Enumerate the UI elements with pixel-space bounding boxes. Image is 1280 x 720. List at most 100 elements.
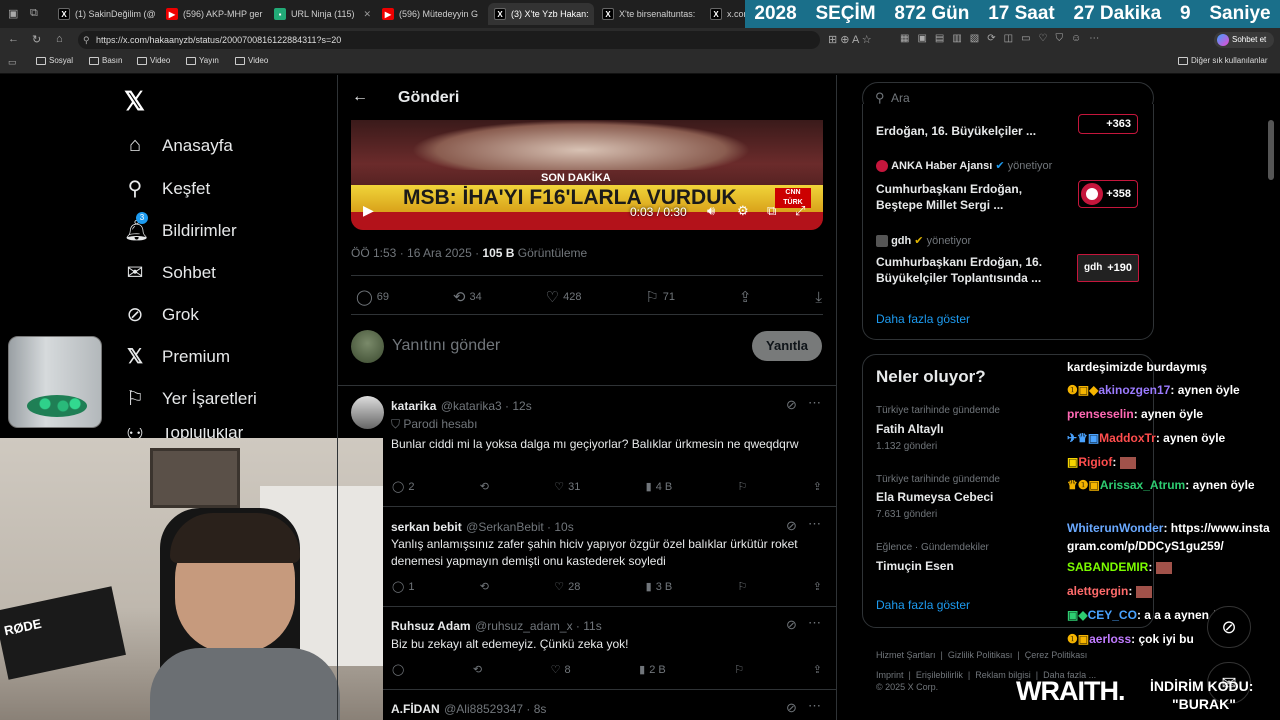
site-info-icon[interactable]: ⚲ (83, 31, 90, 49)
like-button[interactable]: ♡ 428 (546, 288, 582, 306)
tab-close-icon[interactable]: ✕ (364, 9, 372, 20)
repost-button[interactable]: ⟲ 34 (453, 288, 482, 306)
nav-grok[interactable]: ⊘ Grok (124, 302, 199, 327)
browser-profile-icon[interactable]: ▣ (8, 7, 18, 20)
download-button[interactable]: ⤓ (815, 289, 822, 306)
browser-tab[interactable]: X(1) SakinDeğilim (@✕ (52, 3, 156, 25)
nav-bookmarks[interactable]: ⚐ Yer İşaretleri (124, 386, 257, 411)
avatar[interactable] (351, 396, 384, 429)
fullscreen-icon[interactable]: ⤢ (795, 203, 805, 219)
trend-title[interactable]: Ela Rumeysa Cebeci (876, 490, 993, 504)
share-button[interactable]: ⇪ (813, 480, 822, 493)
like-button[interactable]: ♡ 31 (554, 480, 580, 494)
nav-messages[interactable]: ✉ Sohbet (124, 260, 216, 285)
reply-handle[interactable]: @katarika3 · 12s (441, 399, 532, 413)
repost-button[interactable]: ⟲ (480, 480, 489, 493)
post-timestamp[interactable]: ÖÖ 1:53 · 16 Ara 2025 · (351, 246, 482, 260)
reply-button[interactable]: ◯ 1 (392, 580, 414, 594)
bookmark-folder[interactable]: Basın (89, 56, 122, 65)
news-thumb-count[interactable]: +358 (1078, 180, 1138, 208)
views-button[interactable]: ▮ 4 B (646, 480, 673, 494)
page-toolbar-icons[interactable]: ⊞ ⊕ A ☆ (828, 33, 872, 46)
pip-icon[interactable]: ⧉ (767, 203, 776, 219)
volume-icon[interactable]: 🔊︎ (707, 203, 715, 219)
views-button[interactable]: ▮ 3 B (646, 580, 673, 594)
browser-tab[interactable]: ▪ URL Ninja (115) ✕ (268, 3, 372, 25)
news-thumb-count[interactable]: gdh +190 (1077, 254, 1139, 282)
video-player[interactable]: SON DAKİKA MSB: İHA'YI F16'LARLA VURDUK … (351, 120, 823, 230)
browser-tab-active[interactable]: X(3) X'te Yzb Hakan:✕ (488, 3, 594, 25)
home-icon[interactable]: ⌂ (56, 33, 63, 45)
more-options-icon[interactable]: ⋯ (808, 698, 821, 714)
other-bookmarks[interactable]: Diğer sık kullanılanlar (1178, 56, 1267, 65)
x-logo-icon[interactable]: 𝕏 (124, 86, 145, 117)
bookmark-folder[interactable]: Video (137, 56, 170, 65)
reply-submit-button[interactable]: Yanıtla (752, 331, 822, 361)
back-arrow-icon[interactable]: ← (352, 88, 368, 106)
news-title[interactable]: Cumhurbaşkanı Erdoğan, Beştepe Millet Se… (876, 181, 1056, 213)
reply-handle[interactable]: @SerkanBebit · 10s (466, 520, 574, 534)
bookmark-button[interactable]: ⚐ (734, 663, 744, 676)
copilot-chat-button[interactable]: Sohbet et (1214, 32, 1274, 48)
news-title[interactable]: Erdoğan, 16. Büyükelçiler ... (876, 124, 1056, 138)
avatar[interactable] (351, 330, 384, 363)
browser-tab[interactable]: ▶(596) AKP-MHP ger✕ (160, 3, 264, 25)
footer-link[interactable]: Çerez Politikası (1025, 650, 1088, 660)
grok-explain-icon[interactable]: ⊘ (786, 617, 797, 633)
footer-link[interactable]: Hizmet Şartları (876, 650, 936, 660)
grok-explain-icon[interactable]: ⊘ (786, 397, 797, 413)
views-button[interactable]: ▮ 2 B (639, 663, 666, 677)
nav-explore[interactable]: ⚲ Keşfet (124, 176, 211, 201)
browser-tab[interactable]: XX'te birsenaltuntas:✕ (596, 3, 702, 25)
repost-button[interactable]: ⟲ (473, 663, 482, 676)
grok-floating-button[interactable]: ⊘ (1207, 606, 1251, 648)
news-title[interactable]: Cumhurbaşkanı Erdoğan, 16. Büyükelçiler … (876, 254, 1066, 286)
bookmark-folder[interactable]: Video (235, 56, 268, 65)
more-options-icon[interactable]: ⋯ (808, 395, 821, 411)
repost-button[interactable]: ⟲ (480, 580, 489, 593)
extension-icons[interactable]: ▦▣▤▥▧⟳◫▭♡⛉☺⋯ (900, 33, 1107, 44)
nav-communities[interactable]: ⚇ Topluluklar (124, 428, 243, 438)
share-button[interactable]: ⇪ (813, 580, 822, 593)
bookmark-folder[interactable]: Sosyal (36, 56, 73, 65)
reply-name[interactable]: serkan bebit (391, 520, 462, 534)
like-button[interactable]: ♡ 28 (554, 580, 580, 594)
browser-tab[interactable]: ▶(596) Mütedeyyin G✕ (376, 3, 484, 25)
url-bar[interactable]: ⚲ https://x.com/hakaanyzb/status/20007008… (78, 31, 820, 49)
news-source-name[interactable]: gdh (891, 235, 911, 247)
bookmark-button[interactable]: ⚐ (738, 580, 748, 593)
nav-home[interactable]: ⌂ Anasayfa (124, 134, 233, 157)
news-source-name[interactable]: ANKA Haber Ajansı (891, 160, 992, 172)
news-thumb-count[interactable]: +363 (1078, 114, 1138, 134)
tab-actions-icon[interactable]: ⧉ (30, 7, 38, 20)
grok-explain-icon[interactable]: ⊘ (786, 700, 797, 716)
nav-notifications[interactable]: 🔔︎ 3 Bildirimler (124, 212, 237, 243)
bookmark-button[interactable]: ⚐ 71 (645, 288, 675, 306)
reply-name[interactable]: Ruhsuz Adam (391, 619, 471, 633)
more-options-icon[interactable]: ⋯ (808, 516, 821, 532)
reply-handle[interactable]: @Ali88529347 · 8s (444, 702, 546, 716)
sidebar-toggle-icon[interactable]: ▭ (8, 57, 17, 68)
footer-link[interactable]: Erişilebilirlik (916, 670, 963, 680)
bookmark-folder[interactable]: Yayın (186, 56, 219, 65)
footer-link[interactable]: Imprint (876, 670, 904, 680)
trend-title[interactable]: Timuçin Esen (876, 559, 954, 573)
share-button[interactable]: ⇪ (813, 663, 822, 676)
settings-gear-icon[interactable]: ⚙ (737, 203, 749, 219)
show-more-trends[interactable]: Daha fazla göster (876, 598, 970, 612)
nav-premium[interactable]: 𝕏 Premium (124, 344, 230, 369)
show-more-news[interactable]: Daha fazla göster (876, 312, 970, 326)
scrollbar-thumb[interactable] (1268, 120, 1274, 180)
reply-button[interactable]: ◯ (392, 663, 404, 676)
reply-button[interactable]: ◯ 69 (356, 288, 389, 306)
reply-name[interactable]: A.FİDAN (391, 702, 440, 716)
reply-input[interactable]: Yanıtını gönder (392, 337, 500, 355)
refresh-icon[interactable]: ↻ (32, 33, 41, 46)
more-options-icon[interactable]: ⋯ (808, 615, 821, 631)
share-button[interactable]: ⇪ (739, 288, 752, 306)
back-icon[interactable]: ← (8, 33, 19, 45)
reply-name[interactable]: katarika (391, 399, 436, 413)
reply-handle[interactable]: @ruhsuz_adam_x · 11s (475, 619, 602, 633)
like-button[interactable]: ♡ 8 (551, 663, 571, 677)
reply-button[interactable]: ◯ 2 (392, 480, 414, 494)
